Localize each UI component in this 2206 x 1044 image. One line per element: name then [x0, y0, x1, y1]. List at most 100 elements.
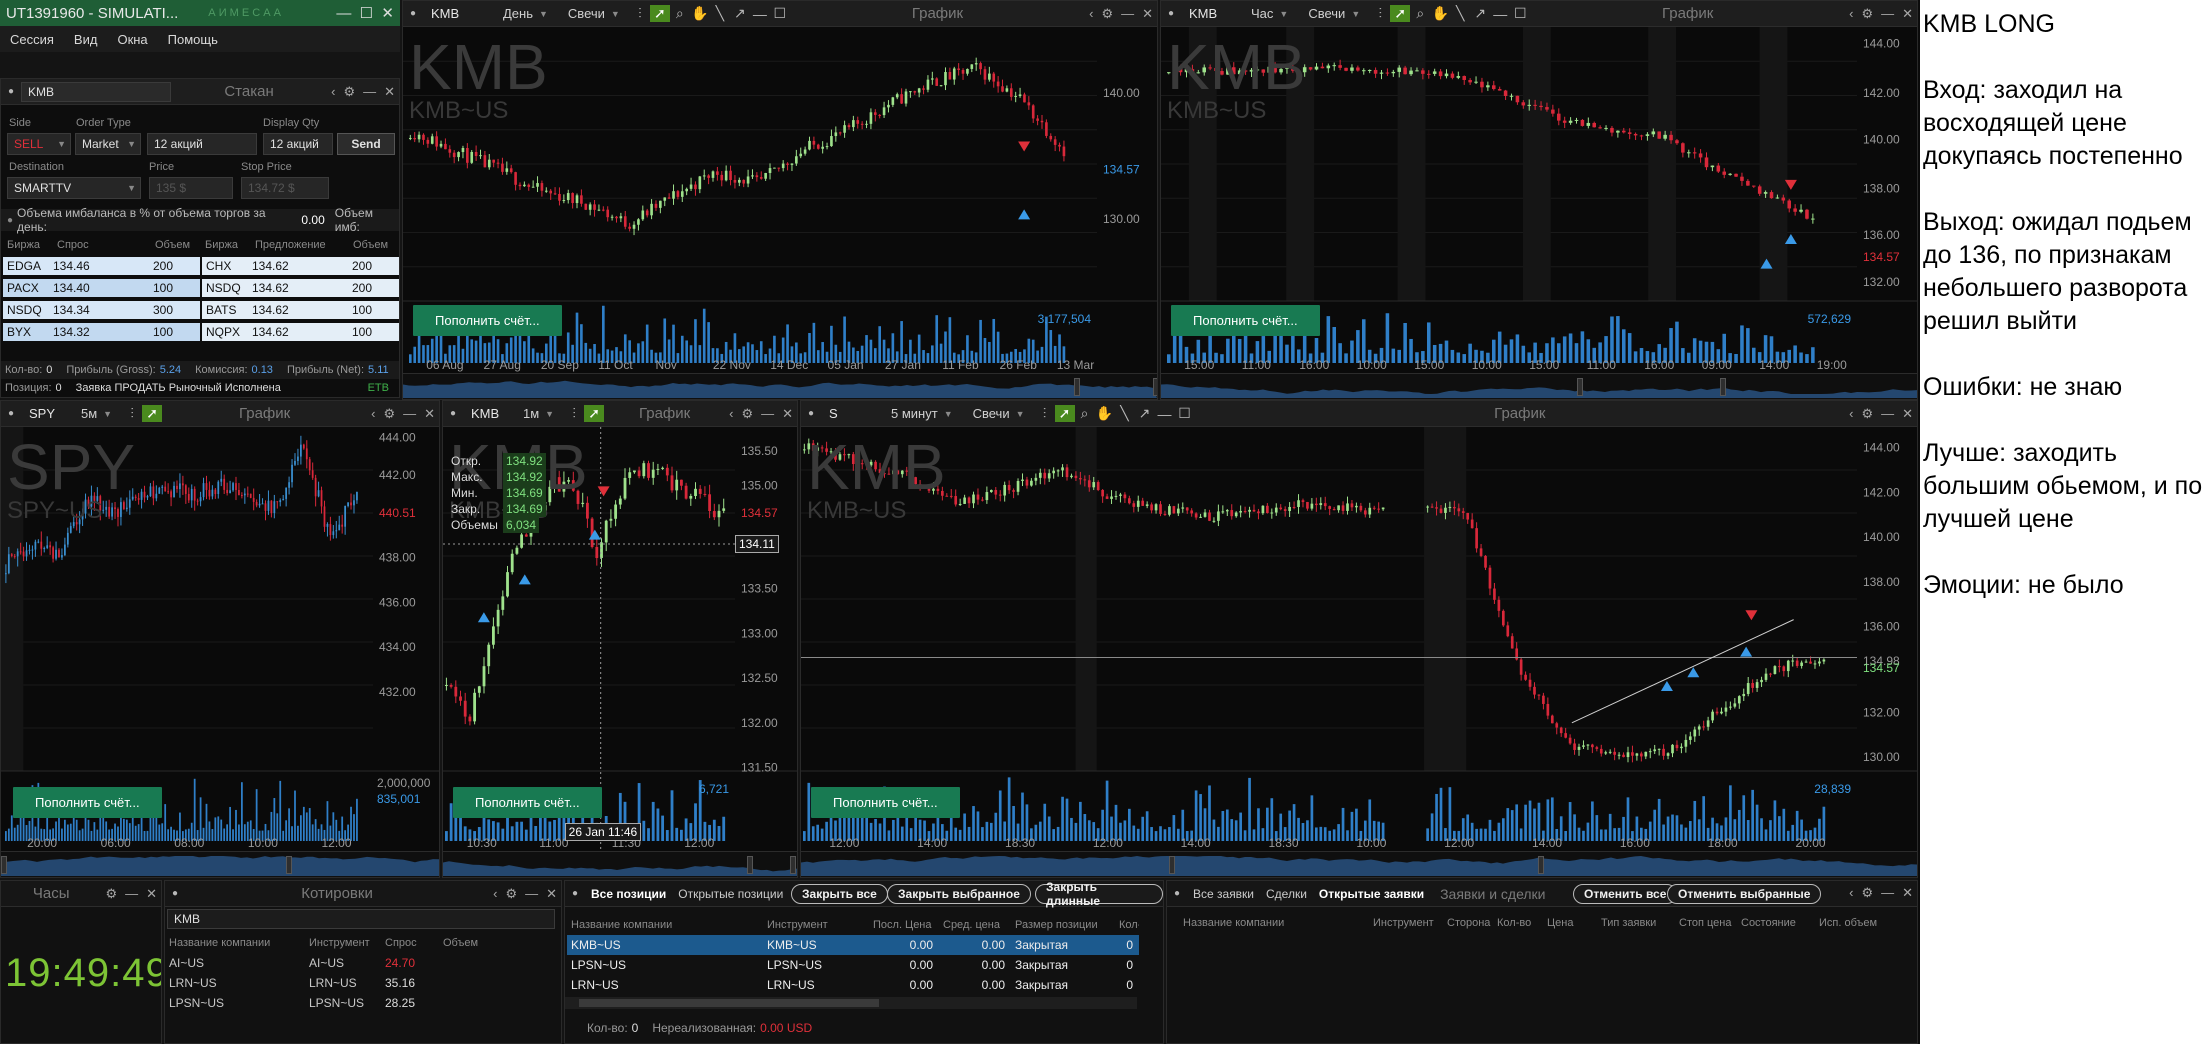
chart-spy-panel[interactable]: 444.00 442.00 440.51 438.00 436.00 434.00 432.… — [0, 400, 440, 878]
hline-tool-icon[interactable]: — — [750, 6, 770, 22]
quotes-symbol-input[interactable]: KMB — [167, 909, 555, 929]
refill-account-button[interactable]: Пополнить счёт... — [453, 787, 602, 818]
quote-row[interactable]: AI~US AI~US 24.70 — [169, 953, 557, 973]
close-long-button[interactable]: Закрыть длинные — [1035, 881, 1163, 908]
hand-icon[interactable]: ✋ — [1430, 5, 1450, 22]
book-row[interactable]: NSDQ 134.34 300 BATS 134.62 100 — [3, 301, 399, 319]
chart-symbol[interactable]: SPY — [21, 406, 71, 421]
period-select[interactable]: Час ▼ — [1241, 6, 1298, 21]
window-controls[interactable]: — ☐ ✕ — [336, 4, 400, 22]
period-select[interactable]: День ▼ — [493, 6, 558, 21]
ask-level[interactable]: NSDQ 134.62 200 — [202, 279, 399, 297]
pin-icon[interactable]: ‹ — [367, 406, 379, 421]
link-icon[interactable]: ● — [1161, 8, 1181, 19]
gear-icon[interactable]: ⚙ — [339, 84, 359, 100]
refill-account-button[interactable]: Пополнить счёт... — [413, 305, 562, 336]
tab-open-orders[interactable]: Открытые заявки — [1313, 887, 1430, 901]
close-icon[interactable]: ✕ — [542, 886, 561, 902]
rect-tool-icon[interactable]: ☐ — [1510, 5, 1530, 22]
bid-level[interactable]: EDGA 134.46 200 — [3, 257, 200, 275]
link-icon[interactable]: ● — [165, 888, 185, 899]
minimize-icon[interactable]: — — [521, 886, 542, 901]
position-row[interactable]: LRN~US LRN~US 0.00 0.00 Закрытая 0 — [567, 975, 1139, 995]
cursor-icon[interactable]: ➚ — [142, 405, 163, 422]
navigator-handle-right[interactable] — [1537, 856, 1544, 874]
order-symbol-input[interactable]: KMB — [21, 81, 171, 102]
minimize-icon[interactable]: — — [1877, 406, 1898, 421]
chart-canvas[interactable]: 140.00 134.57 130.00 06 Aug 27 Aug 20 Sep 11 O… — [403, 27, 1157, 399]
tab-all-positions[interactable]: Все позиции — [585, 887, 672, 901]
close-icon[interactable]: ✕ — [1138, 6, 1157, 22]
minimize-icon[interactable]: — — [359, 84, 380, 99]
gear-icon[interactable]: ⚙ — [737, 406, 757, 422]
minimize-icon[interactable]: — — [399, 406, 420, 421]
position-row[interactable]: LPSN~US LPSN~US 0.00 0.00 Закрытая 0 — [567, 955, 1139, 975]
navigator-handle-right[interactable] — [789, 856, 796, 874]
qty-input[interactable]: 12 акций — [147, 133, 257, 155]
price-input[interactable]: 135 $ — [149, 177, 233, 199]
hand-icon[interactable]: ✋ — [1095, 405, 1115, 422]
hand-icon[interactable]: ✋ — [690, 5, 710, 22]
chart-style-select[interactable]: Свечи ▼ — [963, 406, 1035, 421]
refill-account-button[interactable]: Пополнить счёт... — [1171, 305, 1320, 336]
minimize-icon[interactable]: — — [1117, 6, 1138, 21]
cursor-icon[interactable]: ➚ — [584, 405, 605, 422]
line-tool-icon[interactable]: ╲ — [1450, 5, 1470, 22]
display-qty-input[interactable]: 12 акций — [263, 133, 333, 155]
link-icon[interactable]: ● — [443, 408, 463, 419]
gear-icon[interactable]: ⚙ — [379, 406, 399, 422]
positions-scrollbar[interactable] — [565, 997, 1137, 1009]
ask-level[interactable]: NQPX 134.62 100 — [202, 323, 399, 341]
navigator-handle-right[interactable] — [1720, 378, 1727, 396]
cancel-all-button[interactable]: Отменить все — [1573, 884, 1678, 904]
quote-row[interactable]: LRN~US LRN~US 35.16 — [169, 973, 557, 993]
pin-icon[interactable]: ‹ — [1845, 406, 1857, 421]
gear-icon[interactable]: ⚙ — [501, 886, 521, 902]
chart-symbol[interactable]: KMB — [1181, 6, 1241, 21]
gear-icon[interactable]: ⚙ — [101, 886, 121, 902]
tab-all-orders[interactable]: Все заявки — [1187, 887, 1260, 901]
side-select[interactable]: SELL ▼ — [7, 133, 71, 155]
gear-icon[interactable]: ⚙ — [1857, 6, 1877, 22]
zoom-icon[interactable]: ⌕ — [1075, 405, 1095, 422]
bid-level[interactable]: PACX 134.40 100 — [3, 279, 200, 297]
close-icon[interactable]: ✕ — [778, 406, 797, 422]
chart-navigator[interactable] — [443, 851, 797, 877]
stop-price-input[interactable]: 134.72 $ — [241, 177, 329, 199]
menu-help[interactable]: Помощь — [158, 32, 228, 47]
close-icon[interactable]: ✕ — [142, 886, 161, 902]
navigator-handle-left[interactable] — [1169, 856, 1176, 874]
minimize-icon[interactable]: — — [1877, 6, 1898, 21]
chart-minute-panel[interactable]: 135.50 135.00 134.57 134.11 133.50 133.00 132.… — [442, 400, 798, 878]
tab-trades[interactable]: Сделки — [1260, 887, 1313, 901]
order-type-select[interactable]: Market ▼ — [75, 133, 141, 155]
book-row[interactable]: PACX 134.40 100 NSDQ 134.62 200 — [3, 279, 399, 297]
minimize-icon[interactable]: — — [757, 406, 778, 421]
gear-icon[interactable]: ⚙ — [1097, 6, 1117, 22]
chart-five-min-panel[interactable]: 144.00 142.00 140.00 138.00 136.00 134.98 134.… — [800, 400, 1918, 878]
line-tool-icon[interactable]: ╲ — [1115, 405, 1135, 422]
rect-tool-icon[interactable]: ☐ — [770, 5, 790, 22]
menu-view[interactable]: Вид — [64, 32, 108, 47]
ask-level[interactable]: BATS 134.62 100 — [202, 301, 399, 319]
cursor-icon[interactable]: ➚ — [1054, 405, 1075, 422]
indicators-icon[interactable]: ⫶ — [564, 405, 584, 422]
chart-symbol[interactable]: S — [821, 406, 881, 421]
hline-tool-icon[interactable]: — — [1490, 6, 1510, 22]
period-select[interactable]: 5м ▼ — [71, 406, 122, 421]
close-icon[interactable]: ✕ — [1898, 406, 1917, 422]
chart-navigator[interactable] — [1, 851, 439, 877]
navigator-handle-left[interactable] — [1576, 378, 1583, 396]
link-icon[interactable]: ● — [565, 888, 585, 899]
zoom-icon[interactable]: ⌕ — [1410, 5, 1430, 22]
gear-icon[interactable]: ⚙ — [1857, 406, 1877, 422]
ask-level[interactable]: CHX 134.62 200 — [202, 257, 399, 275]
chart-hourly-panel[interactable]: 144.00 142.00 140.00 138.00 136.00 134.57 132.… — [1160, 0, 1918, 400]
chart-symbol[interactable]: KMB — [423, 6, 493, 21]
rect-tool-icon[interactable]: ☐ — [1175, 405, 1195, 422]
chart-canvas[interactable]: 144.00142.00140.00138.00136.00134.98134.… — [801, 427, 1917, 877]
navigator-handle-right[interactable] — [1153, 378, 1157, 396]
menu-session[interactable]: Сессия — [0, 32, 64, 47]
pin-icon[interactable]: ‹ — [1845, 6, 1857, 21]
indicators-icon[interactable]: ⫶ — [1035, 405, 1055, 422]
